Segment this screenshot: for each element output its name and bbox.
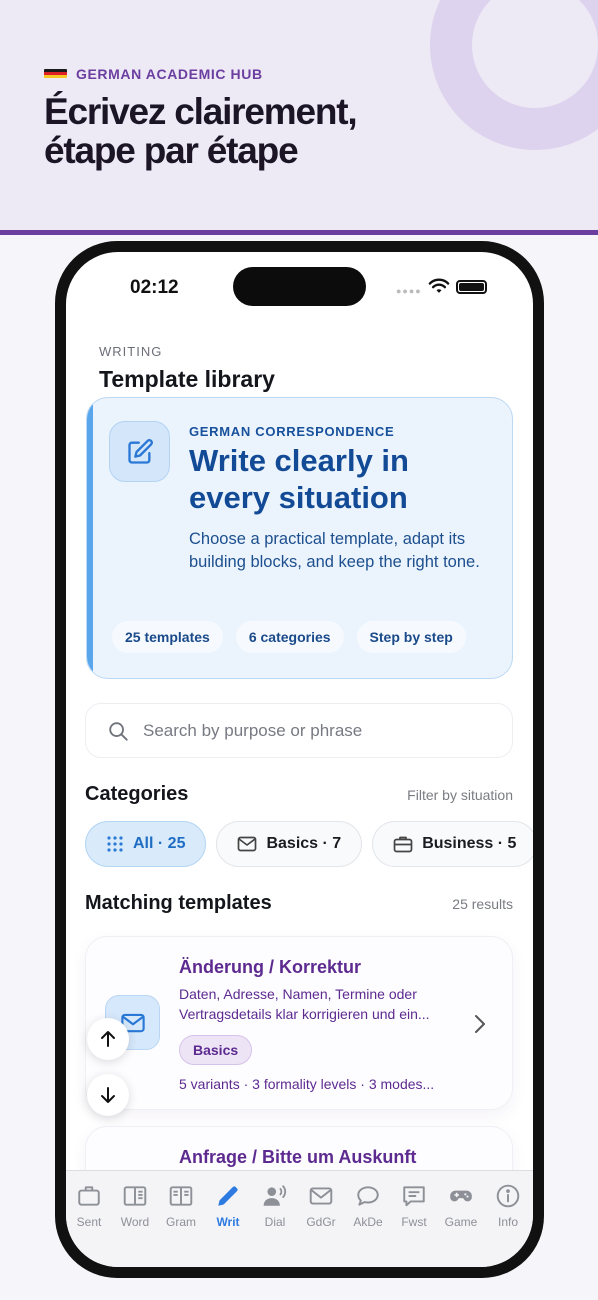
dynamic-island <box>233 267 366 306</box>
decorative-ring <box>430 0 598 150</box>
search-icon <box>109 721 128 741</box>
arrow-down-icon <box>101 1087 115 1103</box>
signal-icon: ●●●● <box>396 286 422 296</box>
scroll-up-button[interactable] <box>87 1018 129 1060</box>
tab-info[interactable]: Info <box>485 1183 531 1229</box>
tab-gram[interactable]: Gram <box>158 1183 204 1229</box>
templates-count-pill: 25 templates <box>112 621 223 653</box>
categories-title: Categories <box>85 783 189 805</box>
template-category-tag: Basics <box>179 1035 253 1065</box>
chip-basics-label: Basics · 7 <box>266 835 342 852</box>
page-title: Template library <box>99 366 275 392</box>
templates-header: Matching templates 25 results <box>85 892 513 915</box>
chip-basics[interactable]: Basics · 7 <box>216 821 363 867</box>
chip-all-label: All · 25 <box>133 835 186 852</box>
categories-header: Categories Filter by situation <box>85 783 513 806</box>
template-meta: 5 variants · 3 formality levels · 3 mode… <box>179 1076 435 1092</box>
info-icon <box>496 1184 520 1208</box>
templates-title: Matching templates <box>85 892 272 914</box>
tab-fwst[interactable]: Fwst <box>391 1183 437 1229</box>
tab-gdgr-label: GdGr <box>306 1215 336 1229</box>
gamepad-icon <box>450 1190 472 1202</box>
tab-dial-label: Dial <box>264 1215 286 1229</box>
tab-word[interactable]: Word <box>112 1183 158 1229</box>
template-title: Änderung / Korrektur <box>179 957 362 977</box>
briefcase-icon <box>393 836 413 853</box>
tab-gram-label: Gram <box>166 1215 196 1229</box>
promo-header: GERMAN ACADEMIC HUB Écrivez clairement, … <box>0 0 598 230</box>
tab-word-label: Word <box>120 1215 150 1229</box>
feature-title: Write clearly in every situation <box>189 443 409 515</box>
app-screen: 02:12 ●●●● WRITING Template library GERM… <box>66 252 533 1267</box>
feature-description: Choose a practical template, adapt its b… <box>189 530 480 571</box>
status-time: 02:12 <box>130 277 179 298</box>
pencil-icon <box>218 1186 238 1206</box>
categories-hint: Filter by situation <box>407 787 513 803</box>
chip-business[interactable]: Business · 5 <box>372 821 533 867</box>
text-message-icon <box>403 1186 425 1207</box>
promo-title: Écrivez clairement, étape par étape <box>44 91 358 171</box>
edit-square-icon <box>109 421 170 482</box>
tab-sent[interactable]: Sent <box>66 1183 112 1229</box>
tab-dial[interactable]: Dial <box>252 1183 298 1229</box>
promo-divider <box>0 230 598 235</box>
section-kicker: WRITING <box>99 344 163 359</box>
promo-title-line2: étape par étape <box>44 130 299 171</box>
hub-label: GERMAN ACADEMIC HUB <box>76 66 263 82</box>
search-input[interactable] <box>143 720 473 741</box>
battery-icon <box>456 280 487 294</box>
tab-akde-label: AkDe <box>353 1215 383 1229</box>
feature-card: GERMAN CORRESPONDENCE Write clearly in e… <box>86 397 513 679</box>
categories-count-pill: 6 categories <box>235 621 344 653</box>
book-icon <box>123 1186 147 1206</box>
grid-icon <box>107 836 123 852</box>
tab-gdgr[interactable]: GdGr <box>298 1183 344 1229</box>
template-title: Anfrage / Bitte um Auskunft <box>179 1147 417 1167</box>
tab-game-label: Game <box>444 1215 478 1229</box>
tab-writ[interactable]: Writ <box>205 1183 251 1229</box>
wifi-icon <box>428 278 450 293</box>
template-card[interactable]: Änderung / Korrektur Daten, Adresse, Nam… <box>85 936 513 1110</box>
suitcase-icon <box>78 1186 100 1206</box>
arrow-up-icon <box>101 1031 115 1047</box>
scroll-down-button[interactable] <box>87 1074 129 1116</box>
search-bar[interactable] <box>85 703 513 758</box>
tab-akde[interactable]: AkDe <box>345 1183 391 1229</box>
person-speaking-icon <box>263 1185 287 1206</box>
chip-all[interactable]: All · 25 <box>85 821 207 867</box>
feature-pills: 25 templates 6 categories Step by step <box>112 621 466 653</box>
tab-fwst-label: Fwst <box>401 1215 427 1229</box>
chevron-right-icon <box>475 1015 485 1033</box>
envelope-icon <box>238 836 257 852</box>
german-flag-icon <box>44 69 67 78</box>
promo-title-line1: Écrivez clairement, <box>44 91 358 132</box>
category-chips: All · 25 Basics · 7 Business · 5 <box>85 821 533 867</box>
book-open-icon <box>169 1186 193 1206</box>
tab-game[interactable]: Game <box>438 1183 484 1229</box>
envelope-icon <box>309 1187 333 1205</box>
chip-business-label: Business · 5 <box>422 835 517 852</box>
feature-accent-stripe <box>87 398 93 678</box>
tab-bar: Sent Word Gram Writ Dial GdGr AkDe Fwst … <box>66 1170 533 1267</box>
template-description: Daten, Adresse, Namen, Termine oder Vert… <box>179 986 430 1022</box>
tab-info-label: Info <box>497 1215 518 1229</box>
tab-sent-label: Sent <box>76 1215 102 1229</box>
chat-bubble-icon <box>357 1186 379 1206</box>
status-icons: ●●●● <box>396 277 491 297</box>
tab-writ-label: Writ <box>216 1215 240 1229</box>
step-by-step-pill: Step by step <box>356 621 466 653</box>
templates-count: 25 results <box>452 896 513 912</box>
phone-frame: 02:12 ●●●● WRITING Template library GERM… <box>55 241 544 1278</box>
feature-kicker: GERMAN CORRESPONDENCE <box>189 424 395 439</box>
